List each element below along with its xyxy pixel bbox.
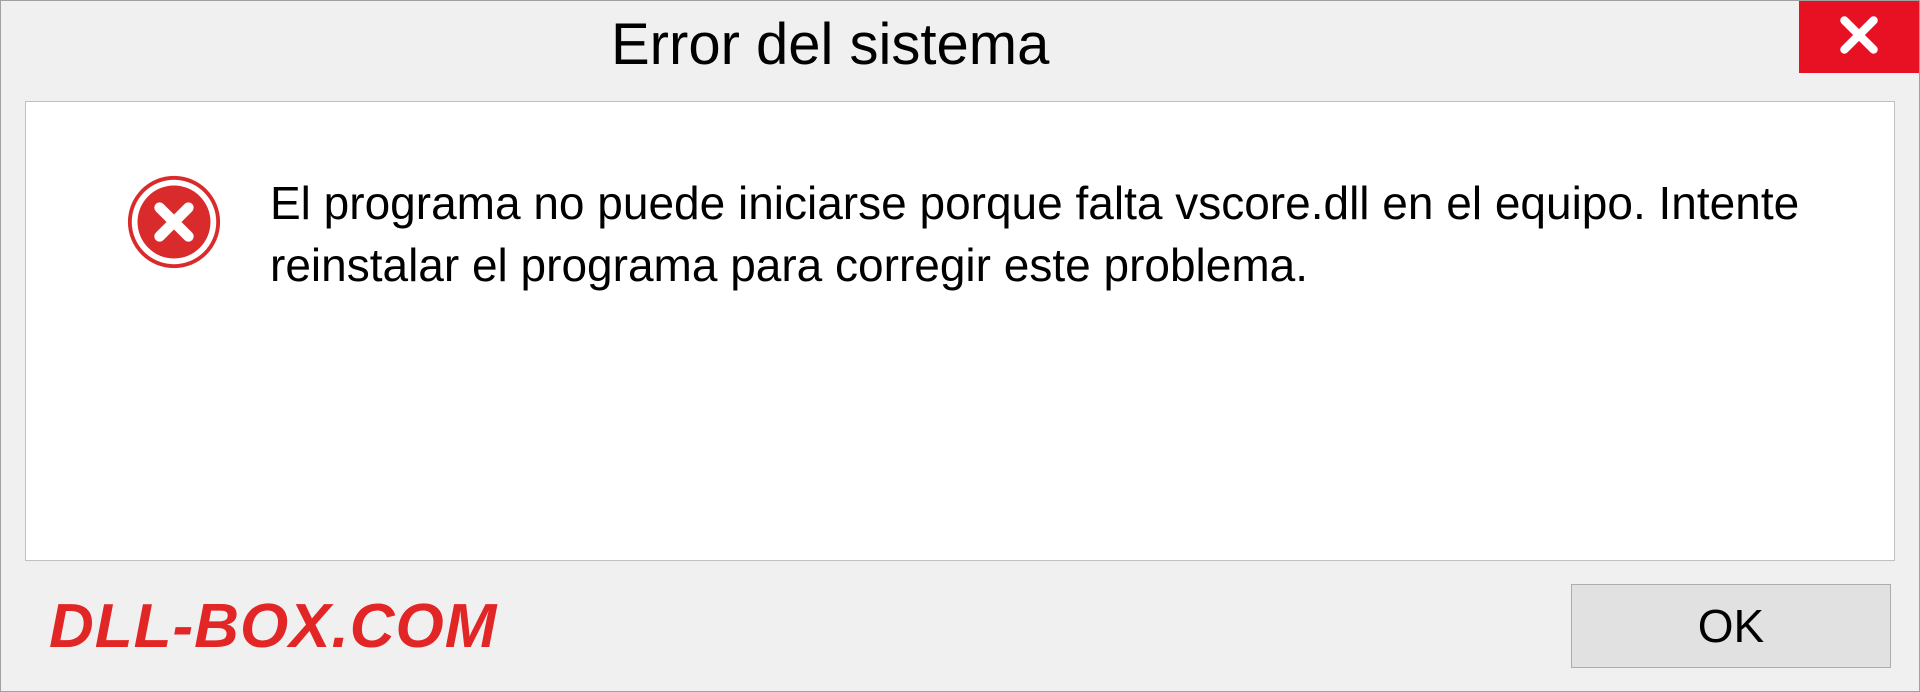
close-button[interactable]: [1799, 1, 1919, 73]
dialog-footer: DLL-BOX.COM OK: [1, 561, 1919, 691]
ok-button[interactable]: OK: [1571, 584, 1891, 668]
error-dialog: Error del sistema El programa no puede i…: [0, 0, 1920, 692]
ok-button-label: OK: [1698, 599, 1764, 653]
watermark-text: DLL-BOX.COM: [49, 591, 497, 662]
close-icon: [1834, 10, 1884, 65]
title-bar: Error del sistema: [1, 1, 1919, 95]
dialog-title: Error del sistema: [1, 1, 1049, 78]
content-panel: El programa no puede iniciarse porque fa…: [25, 101, 1895, 561]
error-icon: [126, 174, 222, 275]
error-message: El programa no puede iniciarse porque fa…: [270, 172, 1834, 296]
